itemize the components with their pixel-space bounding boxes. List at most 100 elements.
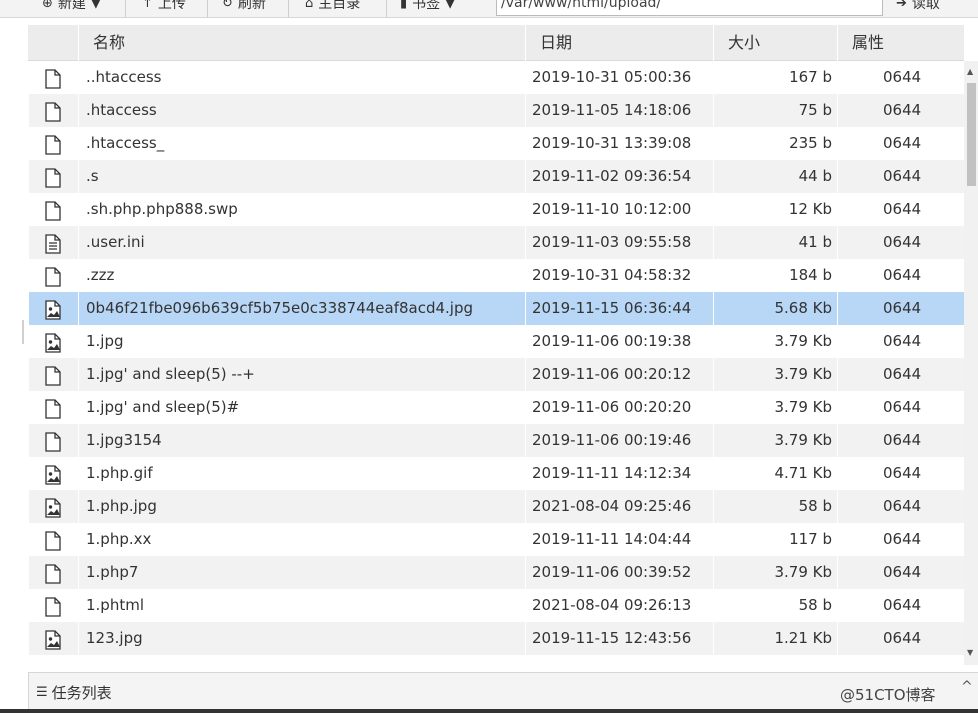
file-icon-cell xyxy=(28,292,78,325)
new-button-label: 新建 xyxy=(57,0,86,12)
file-name[interactable]: .user.ini xyxy=(78,226,525,259)
file-date: 2019-11-06 00:19:46 xyxy=(525,424,713,457)
file-size: 3.79 Kb xyxy=(713,556,837,589)
read-button[interactable]: ➔ 读取 xyxy=(896,0,940,17)
file-size: 184 b xyxy=(713,259,837,292)
toolbar: ⊕ 新建 ▼ ↑ 上传 ↻ 刷新 ⌂ 主目录 ▮ 书签 ▼ /var/www/h… xyxy=(0,0,978,18)
file-name[interactable]: .s xyxy=(78,160,525,193)
file-attr[interactable]: 0644 xyxy=(837,226,964,259)
home-button[interactable]: ⌂ 主目录 xyxy=(305,0,360,17)
vertical-scrollbar[interactable]: ▲ ▼ xyxy=(964,61,978,665)
file-name[interactable]: 1.phtml xyxy=(78,589,525,622)
file-name[interactable]: .sh.php.php888.swp xyxy=(78,193,525,226)
scrollbar-thumb[interactable] xyxy=(967,83,976,186)
file-name[interactable]: .zzz xyxy=(78,259,525,292)
file-name[interactable]: 1.jpg' and sleep(5) --+ xyxy=(78,358,525,391)
file-icon xyxy=(44,431,62,452)
table-row[interactable]: 0b46f21fbe096b639cf5b75e0c338744eaf8acd4… xyxy=(28,292,964,325)
table-row[interactable]: 1.jpg' and sleep(5)# 2019-11-06 00:20:20 3… xyxy=(28,391,964,424)
file-attr[interactable]: 0644 xyxy=(837,292,964,325)
file-attr[interactable]: 0644 xyxy=(837,457,964,490)
file-name[interactable]: ..htaccess xyxy=(78,61,525,94)
file-icon-cell xyxy=(28,325,78,358)
header-name[interactable]: 名称 xyxy=(78,25,525,61)
table-row[interactable]: .htaccess 2019-11-05 14:18:06 75 b 0644 xyxy=(28,94,964,127)
file-icon xyxy=(44,101,62,122)
file-attr[interactable]: 0644 xyxy=(837,490,964,523)
file-name[interactable]: 1.php.gif xyxy=(78,457,525,490)
file-icon xyxy=(44,563,62,584)
file-icon xyxy=(44,596,62,617)
caret-down-icon: ▼ xyxy=(445,0,456,11)
file-name[interactable]: 1.jpg xyxy=(78,325,525,358)
file-attr[interactable]: 0644 xyxy=(837,523,964,556)
file-name[interactable]: 1.php7 xyxy=(78,556,525,589)
file-icon-cell xyxy=(28,160,78,193)
file-name[interactable]: 123.jpg xyxy=(78,622,525,655)
header-size[interactable]: 大小 xyxy=(713,25,837,61)
table-header: 名称 日期 大小 属性 xyxy=(28,25,964,61)
table-row[interactable]: .htaccess_ 2019-10-31 13:39:08 235 b 0644 xyxy=(28,127,964,160)
file-icon xyxy=(44,266,62,287)
file-attr[interactable]: 0644 xyxy=(837,94,964,127)
table-row[interactable]: 123.jpg 2019-11-15 12:43:56 1.21 Kb 0644 xyxy=(28,622,964,655)
file-name[interactable]: 1.php.jpg xyxy=(78,490,525,523)
scroll-down-icon[interactable]: ▼ xyxy=(967,648,973,657)
file-attr[interactable]: 0644 xyxy=(837,325,964,358)
file-attr[interactable]: 0644 xyxy=(837,622,964,655)
header-date[interactable]: 日期 xyxy=(525,25,713,61)
task-list-bar[interactable]: ☰ 任务列表 ^ xyxy=(28,672,978,713)
file-date: 2019-10-31 13:39:08 xyxy=(525,127,713,160)
file-name[interactable]: 1.jpg' and sleep(5)# xyxy=(78,391,525,424)
table-row[interactable]: 1.php7 2019-11-06 00:39:52 3.79 Kb 0644 xyxy=(28,556,964,589)
bookmark-button[interactable]: ▮ 书签 ▼ xyxy=(400,0,455,17)
bottom-border xyxy=(0,709,978,713)
path-input[interactable]: /var/www/html/upload/ xyxy=(496,0,883,16)
table-row[interactable]: 1.jpg3154 2019-11-06 00:19:46 3.79 Kb 0644 xyxy=(28,424,964,457)
file-attr[interactable]: 0644 xyxy=(837,556,964,589)
file-attr[interactable]: 0644 xyxy=(837,391,964,424)
resize-grip[interactable] xyxy=(22,320,24,344)
chevron-up-icon[interactable]: ^ xyxy=(961,679,973,695)
table-row[interactable]: 1.php.xx 2019-11-11 14:04:44 117 b 0644 xyxy=(28,523,964,556)
toolbar-divider xyxy=(288,0,289,17)
new-button[interactable]: ⊕ 新建 ▼ xyxy=(42,0,101,17)
file-name[interactable]: 0b46f21fbe096b639cf5b75e0c338744eaf8acd4… xyxy=(78,292,525,325)
task-list-toggle[interactable]: ☰ 任务列表 xyxy=(36,682,112,703)
file-attr[interactable]: 0644 xyxy=(837,259,964,292)
file-attr[interactable]: 0644 xyxy=(837,589,964,622)
table-row[interactable]: 1.jpg 2019-11-06 00:19:38 3.79 Kb 0644 xyxy=(28,325,964,358)
table-row[interactable]: 1.php.jpg 2021-08-04 09:25:46 58 b 0644 xyxy=(28,490,964,523)
table-row[interactable]: 1.php.gif 2019-11-11 14:12:34 4.71 Kb 0644 xyxy=(28,457,964,490)
upload-button[interactable]: ↑ 上传 xyxy=(142,0,186,17)
file-name[interactable]: 1.php.xx xyxy=(78,523,525,556)
file-attr[interactable]: 0644 xyxy=(837,127,964,160)
file-size: 3.79 Kb xyxy=(713,325,837,358)
file-attr[interactable]: 0644 xyxy=(837,61,964,94)
table-row[interactable]: .user.ini 2019-11-03 09:55:58 41 b 0644 xyxy=(28,226,964,259)
scroll-up-icon[interactable]: ▲ xyxy=(967,67,973,76)
file-icon-cell xyxy=(28,193,78,226)
image-file-icon xyxy=(44,464,62,485)
upload-arrow-icon: ↑ xyxy=(142,0,153,11)
file-name[interactable]: .htaccess xyxy=(78,94,525,127)
table-row[interactable]: .zzz 2019-10-31 04:58:32 184 b 0644 xyxy=(28,259,964,292)
table-row[interactable]: .sh.php.php888.swp 2019-11-10 10:12:00 12 … xyxy=(28,193,964,226)
file-date: 2019-11-11 14:04:44 xyxy=(525,523,713,556)
table-row[interactable]: 1.phtml 2021-08-04 09:26:13 58 b 0644 xyxy=(28,589,964,622)
file-attr[interactable]: 0644 xyxy=(837,193,964,226)
table-row[interactable]: .s 2019-11-02 09:36:54 44 b 0644 xyxy=(28,160,964,193)
file-attr[interactable]: 0644 xyxy=(837,160,964,193)
file-date: 2019-11-03 09:55:58 xyxy=(525,226,713,259)
refresh-button[interactable]: ↻ 刷新 xyxy=(222,0,266,17)
file-name[interactable]: .htaccess_ xyxy=(78,127,525,160)
table-row[interactable]: ..htaccess 2019-10-31 05:00:36 167 b 0644 xyxy=(28,61,964,94)
file-size: 12 Kb xyxy=(713,193,837,226)
text-file-icon xyxy=(44,233,62,254)
header-attr[interactable]: 属性 xyxy=(837,25,964,61)
file-attr[interactable]: 0644 xyxy=(837,358,964,391)
file-list-panel: 名称 日期 大小 属性 ..htaccess 2019-10-31 05:00:3… xyxy=(28,25,978,665)
file-attr[interactable]: 0644 xyxy=(837,424,964,457)
file-name[interactable]: 1.jpg3154 xyxy=(78,424,525,457)
table-row[interactable]: 1.jpg' and sleep(5) --+ 2019-11-06 00:20:… xyxy=(28,358,964,391)
